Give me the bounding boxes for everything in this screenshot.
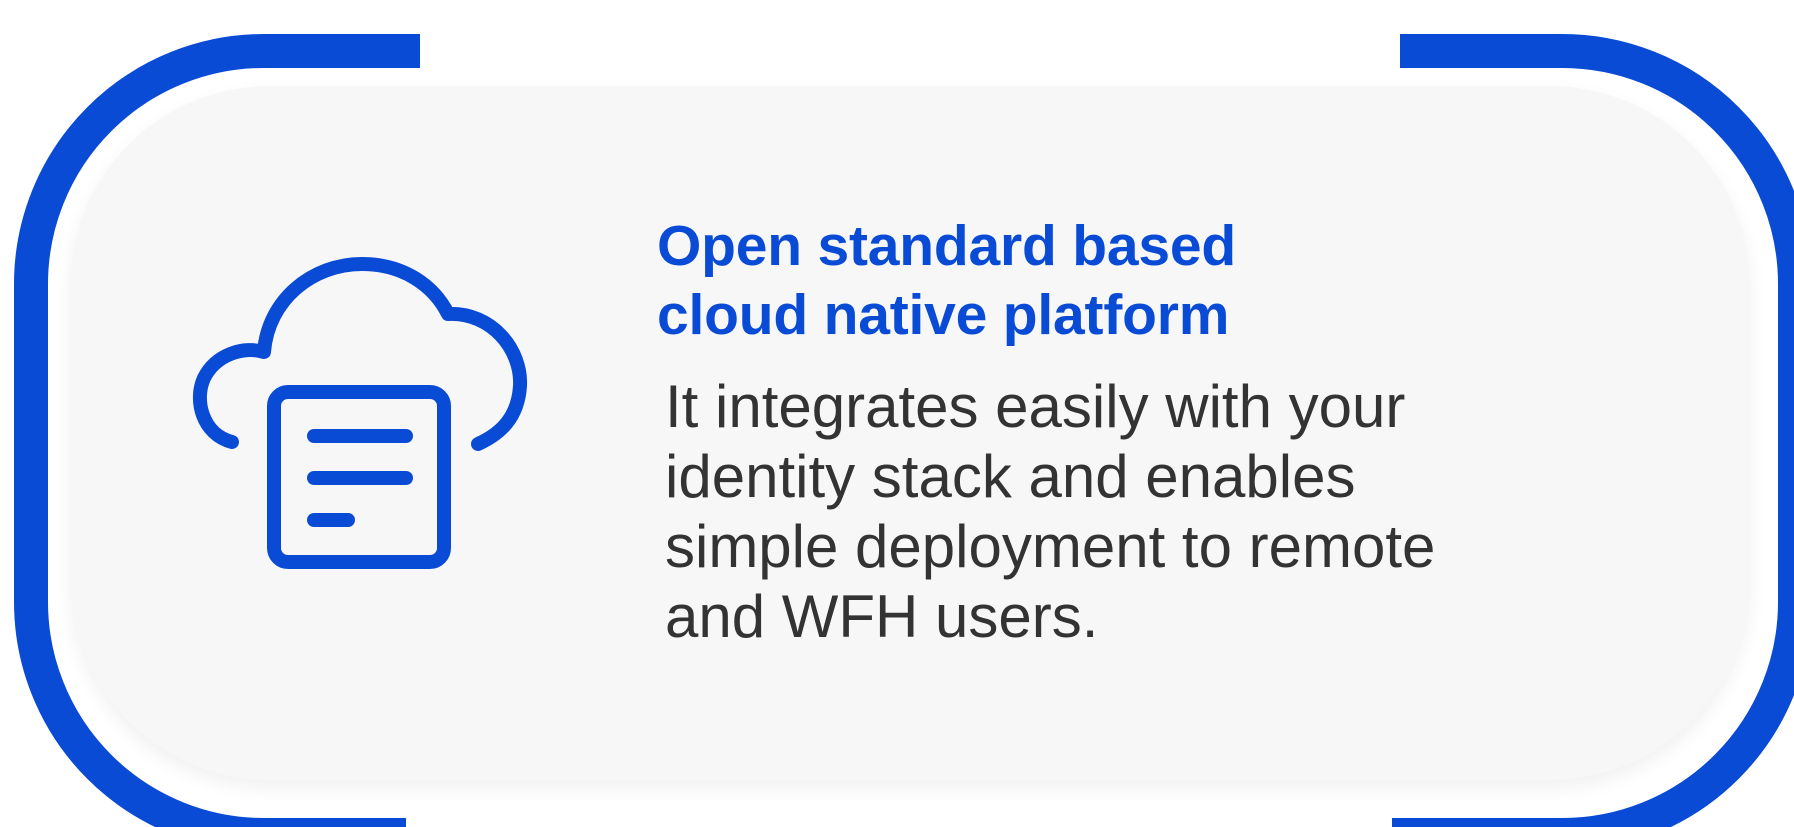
cloud-document-icon <box>192 250 532 580</box>
feature-description-line-3: simple deployment to remote <box>665 513 1436 580</box>
frame-gap-bottom <box>406 790 1392 827</box>
feature-description: It integrates easily with your identity … <box>665 372 1625 652</box>
feature-title-line-2: cloud native platform <box>657 283 1230 347</box>
feature-description-line-1: It integrates easily with your <box>665 373 1406 440</box>
feature-description-line-2: identity stack and enables <box>665 443 1356 510</box>
frame-gap-top <box>420 20 1400 80</box>
feature-description-line-4: and WFH users. <box>665 583 1099 650</box>
feature-title: Open standard based cloud native platfor… <box>657 212 1236 350</box>
feature-title-line-1: Open standard based <box>657 214 1237 278</box>
feature-card: Open standard based cloud native platfor… <box>0 0 1794 827</box>
